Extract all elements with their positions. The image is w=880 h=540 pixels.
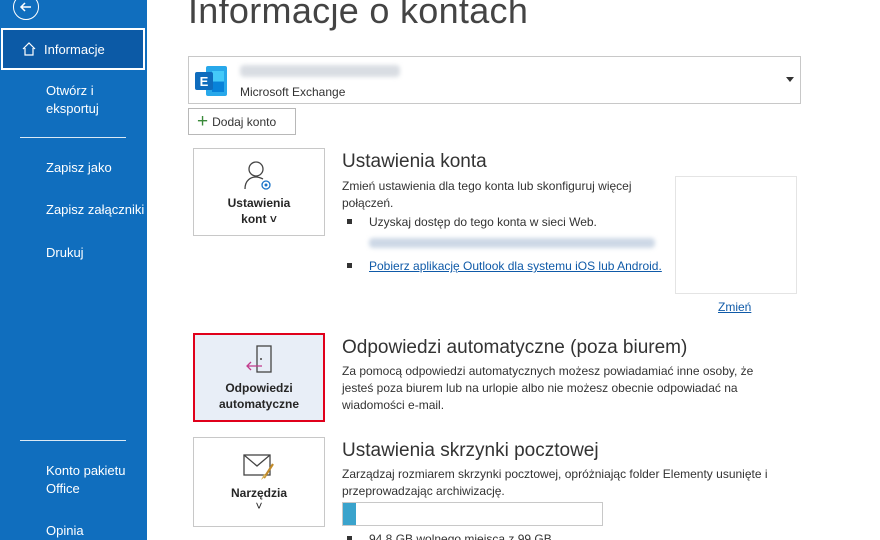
bullet xyxy=(347,219,352,224)
add-account-label: Dodaj konto xyxy=(212,114,277,129)
nav-item-zapisz-jako[interactable]: Zapisz jako xyxy=(46,159,112,177)
profile-picture-area xyxy=(675,176,797,294)
account-email-redacted xyxy=(240,65,400,77)
plus-icon: + xyxy=(197,111,209,132)
section-description: Za pomocą odpowiedzi automatycznych może… xyxy=(342,364,754,412)
bullet xyxy=(347,536,352,540)
user-settings-icon xyxy=(244,161,271,190)
mailbox-cleanup-icon xyxy=(243,454,274,480)
nav-item-drukuj[interactable]: Drukuj xyxy=(46,244,84,262)
backstage-sidebar: Informacje Otwórz i eksportuj Zapisz jak… xyxy=(0,0,147,540)
storage-text: 94,8 GB wolnego miejsca z 99 GB xyxy=(369,532,552,540)
tile-label: Odpowiedzi xyxy=(225,381,293,395)
nav-item-konto-pakietu-office[interactable]: Konto pakietu Office xyxy=(46,462,132,498)
section-title: Ustawienia skrzynki pocztowej xyxy=(342,440,599,461)
arrow-left-icon xyxy=(19,2,31,12)
chevron-down-icon: ˅ xyxy=(255,499,263,513)
nav-item-zapisz-zalaczniki[interactable]: Zapisz załączniki xyxy=(46,201,144,219)
nav-item-informacje[interactable]: Informacje xyxy=(1,28,145,70)
sidebar-divider xyxy=(20,137,126,138)
account-type: Microsoft Exchange xyxy=(240,85,346,99)
back-button[interactable] xyxy=(13,0,39,20)
tile-label: Ustawienia xyxy=(227,196,291,210)
sidebar-divider xyxy=(20,440,126,441)
add-account-button[interactable]: + Dodaj konto xyxy=(188,108,296,135)
mailbox-tools-tile[interactable]: Narzędzia ˅ xyxy=(193,437,325,527)
exchange-icon: E xyxy=(195,66,227,96)
section-title: Ustawienia konta xyxy=(342,151,487,172)
change-photo-link[interactable]: Zmień xyxy=(718,300,751,314)
storage-progress-bar xyxy=(342,502,603,526)
page-title: Informacje o kontach xyxy=(188,0,529,31)
automatic-replies-tile[interactable]: Odpowiedzi automatyczne xyxy=(193,333,325,422)
account-settings-tile[interactable]: Ustawienia kont ˅ xyxy=(193,148,325,236)
section-description: Zarządzaj rozmiarem skrzynki pocztowej, … xyxy=(342,467,768,498)
section-description: Zmień ustawienia dla tego konta lub skon… xyxy=(342,179,632,210)
tile-label-line2: kont xyxy=(241,212,267,226)
caret-down-icon xyxy=(786,77,794,82)
storage-progress-fill xyxy=(343,503,356,525)
section-title: Odpowiedzi automatyczne (poza biurem) xyxy=(342,337,688,358)
get-outlook-mobile-link[interactable]: Pobierz aplikację Outlook dla systemu iO… xyxy=(369,259,662,273)
tile-label-line2: automatyczne xyxy=(218,397,300,411)
bullet xyxy=(347,263,352,268)
nav-item-otworz-i-eksportuj[interactable]: Otwórz i eksportuj xyxy=(46,82,126,118)
home-icon xyxy=(22,42,36,56)
account-dropdown[interactable]: E Microsoft Exchange xyxy=(188,56,801,104)
tile-label: kont ˅ xyxy=(241,212,277,226)
door-arrow-icon xyxy=(246,345,272,373)
nav-item-label: Informacje xyxy=(44,41,105,57)
nav-item-opinia[interactable]: Opinia xyxy=(46,522,84,540)
account-url-redacted[interactable] xyxy=(369,238,655,248)
svg-text:E: E xyxy=(200,74,209,89)
bullet-text: Uzyskaj dostęp do tego konta w sieci Web… xyxy=(369,215,597,229)
main-content: Informacje o kontach E Microsoft Exchang… xyxy=(147,0,880,540)
